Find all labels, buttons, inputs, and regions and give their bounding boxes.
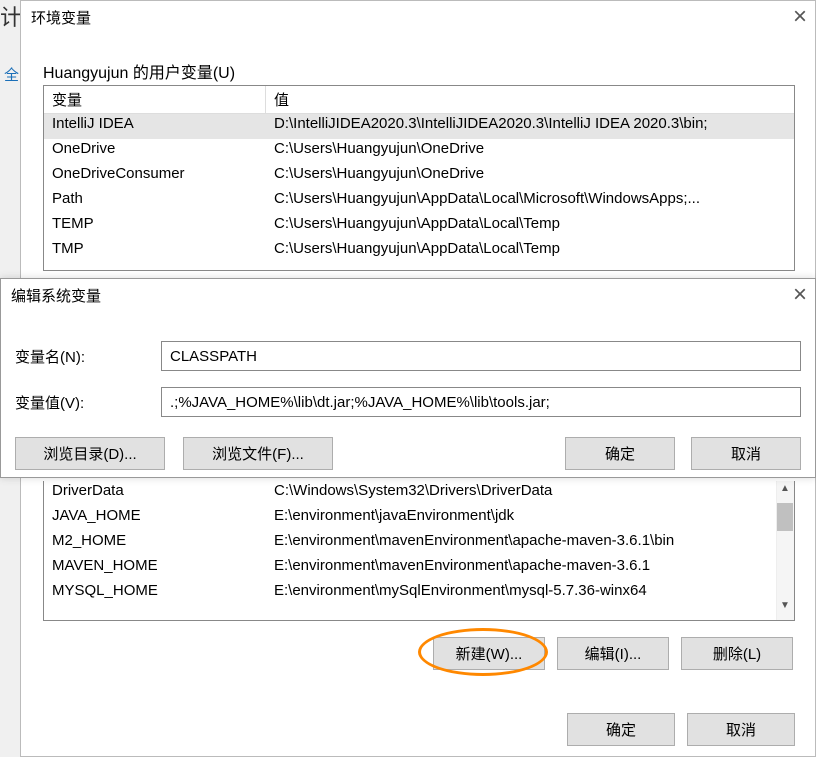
var-value: C:\Users\Huangyujun\AppData\Local\Temp bbox=[266, 239, 794, 264]
var-name: TMP bbox=[44, 239, 266, 264]
var-name: MAVEN_HOME bbox=[44, 556, 266, 581]
browse-dir-button[interactable]: 浏览目录(D)... bbox=[15, 437, 165, 470]
ok-button[interactable]: 确定 bbox=[567, 713, 675, 746]
var-value: C:\Users\Huangyujun\AppData\Local\Temp bbox=[266, 214, 794, 239]
scroll-thumb[interactable] bbox=[777, 503, 793, 531]
scroll-down-icon[interactable]: ▼ bbox=[777, 600, 793, 618]
new-button[interactable]: 新建(W)... bbox=[433, 637, 545, 670]
table-row[interactable]: MAVEN_HOMEE:\environment\mavenEnvironmen… bbox=[44, 556, 794, 581]
system-vars-table[interactable]: DriverDataC:\Windows\System32\Drivers\Dr… bbox=[43, 481, 795, 621]
edit-button[interactable]: 编辑(I)... bbox=[557, 637, 669, 670]
user-vars-label: Huangyujun 的用户变量(U) bbox=[43, 59, 235, 83]
table-row[interactable]: TMPC:\Users\Huangyujun\AppData\Local\Tem… bbox=[44, 239, 794, 264]
var-name: JAVA_HOME bbox=[44, 506, 266, 531]
var-value-label: 变量值(V): bbox=[15, 392, 161, 413]
table-row[interactable]: JAVA_HOMEE:\environment\javaEnvironment\… bbox=[44, 506, 794, 531]
var-value: C:\Users\Huangyujun\OneDrive bbox=[266, 139, 794, 164]
bg-fragment: 计 bbox=[0, 0, 22, 32]
table-row[interactable]: PathC:\Users\Huangyujun\AppData\Local\Mi… bbox=[44, 189, 794, 214]
var-value: E:\environment\javaEnvironment\jdk bbox=[266, 506, 794, 531]
bg-link-fragment: 全 bbox=[4, 64, 19, 85]
browse-file-button[interactable]: 浏览文件(F)... bbox=[183, 437, 333, 470]
table-row[interactable]: OneDriveC:\Users\Huangyujun\OneDrive bbox=[44, 139, 794, 164]
var-name: Path bbox=[44, 189, 266, 214]
close-icon[interactable]: × bbox=[793, 3, 807, 31]
var-value-input[interactable] bbox=[161, 387, 801, 417]
var-name: OneDriveConsumer bbox=[44, 164, 266, 189]
var-value: D:\IntelliJIDEA2020.3\IntelliJIDEA2020.3… bbox=[266, 114, 794, 139]
var-value: E:\environment\mavenEnvironment\apache-m… bbox=[266, 556, 794, 581]
delete-button[interactable]: 删除(L) bbox=[681, 637, 793, 670]
scrollbar[interactable]: ▲ ▼ bbox=[776, 481, 794, 620]
cancel-button[interactable]: 取消 bbox=[687, 713, 795, 746]
var-value: C:\Windows\System32\Drivers\DriverData bbox=[266, 481, 794, 506]
var-name: MYSQL_HOME bbox=[44, 581, 266, 606]
env-dialog-title: 环境变量 bbox=[31, 7, 91, 28]
col-value[interactable]: 值 bbox=[266, 86, 794, 114]
table-row[interactable]: DriverDataC:\Windows\System32\Drivers\Dr… bbox=[44, 481, 794, 506]
var-name: OneDrive bbox=[44, 139, 266, 164]
var-value: E:\environment\mySqlEnvironment\mysql-5.… bbox=[266, 581, 794, 606]
table-row[interactable]: IntelliJ IDEAD:\IntelliJIDEA2020.3\Intel… bbox=[44, 114, 794, 139]
var-name-input[interactable] bbox=[161, 341, 801, 371]
edit-dialog-title: 编辑系统变量 bbox=[11, 285, 101, 306]
var-value: E:\environment\mavenEnvironment\apache-m… bbox=[266, 531, 794, 556]
var-name-label: 变量名(N): bbox=[15, 346, 161, 367]
var-name: M2_HOME bbox=[44, 531, 266, 556]
cancel-button[interactable]: 取消 bbox=[691, 437, 801, 470]
user-vars-table[interactable]: 变量 值 IntelliJ IDEAD:\IntelliJIDEA2020.3\… bbox=[43, 85, 795, 271]
ok-button[interactable]: 确定 bbox=[565, 437, 675, 470]
close-icon[interactable]: × bbox=[793, 281, 807, 309]
var-name: IntelliJ IDEA bbox=[44, 114, 266, 139]
var-value: C:\Users\Huangyujun\AppData\Local\Micros… bbox=[266, 189, 794, 214]
var-name: TEMP bbox=[44, 214, 266, 239]
table-row[interactable]: M2_HOMEE:\environment\mavenEnvironment\a… bbox=[44, 531, 794, 556]
col-name[interactable]: 变量 bbox=[44, 86, 266, 114]
table-row[interactable]: TEMPC:\Users\Huangyujun\AppData\Local\Te… bbox=[44, 214, 794, 239]
var-value: C:\Users\Huangyujun\OneDrive bbox=[266, 164, 794, 189]
table-row[interactable]: MYSQL_HOMEE:\environment\mySqlEnvironmen… bbox=[44, 581, 794, 606]
var-name: DriverData bbox=[44, 481, 266, 506]
table-row[interactable]: OneDriveConsumerC:\Users\Huangyujun\OneD… bbox=[44, 164, 794, 189]
table-header: 变量 值 bbox=[44, 86, 794, 114]
edit-variable-dialog: 编辑系统变量 × 变量名(N): 变量值(V): 浏览目录(D)... 浏览文件… bbox=[0, 278, 816, 478]
scroll-up-icon[interactable]: ▲ bbox=[777, 483, 793, 501]
